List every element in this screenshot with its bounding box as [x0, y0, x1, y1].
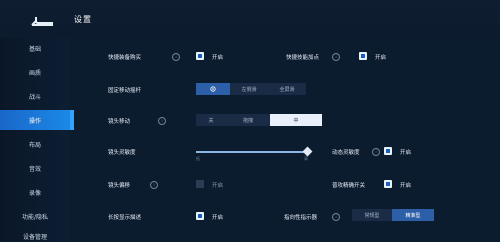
sidebar: 基础 画质 战斗 操作 布局 音效 录像 功能/隐私 设备管理: [0, 38, 74, 242]
cam-offset-checkbox[interactable]: [196, 180, 204, 188]
joystick-segmented: 左侧滑 全屏滑: [196, 83, 306, 95]
indicator-label: 指向性指示器: [284, 215, 318, 221]
sidebar-item-controls[interactable]: 操作: [0, 110, 74, 130]
sidebar-item-label: 画质: [28, 69, 41, 77]
long-press-checkbox[interactable]: [196, 212, 204, 220]
skill-lock-check-label: 开启: [400, 183, 412, 189]
cam-move-option-off[interactable]: 关: [196, 114, 226, 126]
sidebar-item-label: 战斗: [28, 93, 41, 101]
sidebar-item-sound[interactable]: 音效: [0, 158, 70, 178]
dyn-sens-checkbox[interactable]: [384, 147, 392, 155]
cam-sens-thumb[interactable]: [302, 146, 313, 157]
crosshair-icon: [210, 86, 216, 92]
joystick-option-fixed[interactable]: [196, 83, 230, 95]
indicator-segmented: 常规型 精准型: [352, 209, 434, 221]
quick-buy-label: 快捷装备购买: [108, 55, 142, 61]
sidebar-item-label: 功能/隐私: [21, 213, 49, 221]
cam-offset-check-label: 开启: [212, 183, 224, 189]
cam-sens-tick-max: 高: [304, 156, 308, 161]
info-icon[interactable]: i: [158, 117, 166, 125]
info-icon[interactable]: i: [332, 53, 340, 61]
indicator-option-normal[interactable]: 常规型: [352, 209, 392, 221]
cam-sens-fill: [196, 151, 304, 153]
long-press-check-label: 开启: [212, 215, 224, 221]
page-title: 设置: [74, 15, 92, 24]
sidebar-item-basic[interactable]: 基础: [0, 38, 70, 58]
quick-skill-check-label: 开启: [375, 55, 387, 61]
quick-skill-checkbox[interactable]: [359, 52, 367, 60]
sidebar-item-layout[interactable]: 布局: [0, 134, 70, 154]
quick-buy-check-label: 开启: [212, 55, 224, 61]
info-icon[interactable]: i: [332, 213, 340, 221]
top-bar: 设置: [0, 0, 500, 38]
cam-sens-tick-min: 低: [196, 156, 200, 161]
settings-panel: 快捷装备购买 i 开启 快捷技能加点 i 开启 固定移动摇杆 左侧滑 全屏滑 镜…: [70, 38, 500, 241]
sidebar-item-replay[interactable]: 录像: [0, 182, 70, 202]
cam-sens-label: 镜头灵敏度: [108, 150, 136, 156]
joystick-option-left[interactable]: 左侧滑: [230, 83, 268, 95]
cam-move-segmented: 关 拖拽 中: [196, 114, 322, 126]
skill-lock-checkbox[interactable]: [384, 180, 392, 188]
sidebar-item-graphics[interactable]: 画质: [0, 62, 70, 82]
sidebar-item-battle[interactable]: 战斗: [0, 86, 70, 106]
sidebar-item-privacy[interactable]: 功能/隐私: [0, 206, 70, 226]
back-icon[interactable]: [30, 14, 54, 28]
info-icon[interactable]: i: [372, 148, 380, 156]
quick-skill-label: 快捷技能加点: [286, 55, 320, 61]
info-icon[interactable]: i: [150, 181, 158, 189]
long-press-label: 长按显示描述: [108, 215, 142, 221]
sidebar-item-label: 布局: [28, 141, 41, 149]
sidebar-item-device[interactable]: 设备管理: [0, 230, 70, 242]
info-icon[interactable]: i: [172, 53, 180, 61]
joystick-option-full[interactable]: 全屏滑: [268, 83, 306, 95]
dyn-sens-check-label: 开启: [400, 150, 412, 156]
joystick-label: 固定移动摇杆: [108, 88, 142, 94]
cam-move-option-mid[interactable]: 中: [270, 114, 322, 126]
sidebar-item-label: 音效: [28, 165, 41, 173]
skill-lock-label: 普攻精确开关: [332, 183, 366, 189]
sidebar-item-label: 录像: [28, 189, 41, 197]
dyn-sens-label: 动态灵敏度: [332, 150, 360, 156]
cam-move-label: 镜头移动: [108, 119, 131, 125]
sidebar-item-label: 设备管理: [22, 233, 47, 241]
sidebar-item-label: 基础: [28, 45, 41, 53]
cam-move-option-drag[interactable]: 拖拽: [226, 114, 270, 126]
sidebar-item-label: 操作: [28, 117, 41, 125]
quick-buy-checkbox[interactable]: [196, 52, 204, 60]
cam-offset-label: 镜头偏移: [108, 183, 131, 189]
indicator-option-precise[interactable]: 精准型: [392, 209, 434, 221]
